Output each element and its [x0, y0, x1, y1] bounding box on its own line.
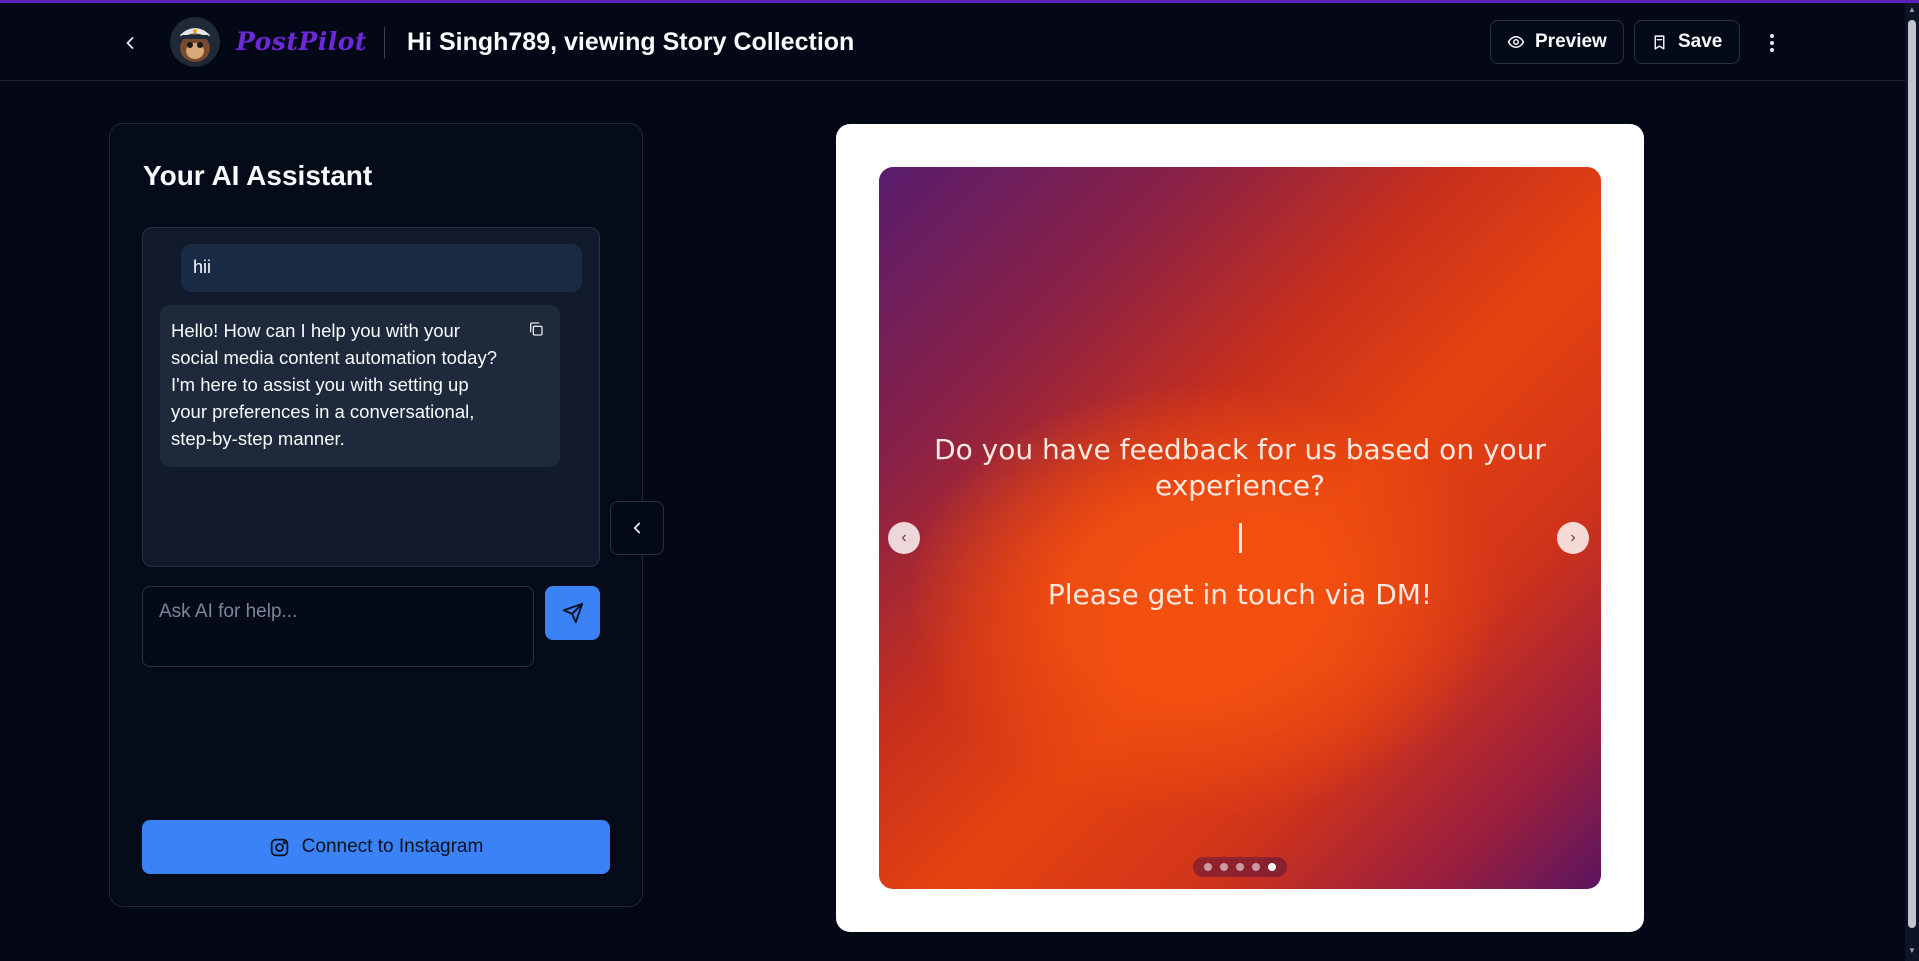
- chat-history[interactable]: hii Hello! How can I help you with your …: [142, 227, 600, 567]
- story-preview-card: Do you have feedback for us based on you…: [836, 124, 1644, 932]
- send-button[interactable]: [545, 586, 600, 640]
- save-button[interactable]: Save: [1634, 20, 1740, 64]
- slide-dot[interactable]: [1204, 863, 1212, 871]
- more-vertical-icon: [1770, 34, 1774, 52]
- ai-assistant-panel: Your AI Assistant hii Hello! How can I h…: [109, 123, 643, 907]
- scroll-up-arrow-icon[interactable]: ▲: [1907, 5, 1917, 15]
- chevron-right-icon: ›: [1570, 529, 1576, 546]
- story-question: Do you have feedback for us based on you…: [934, 433, 1546, 502]
- slide-dot-active[interactable]: [1268, 863, 1276, 871]
- assistant-message-text: Hello! How can I help you with your soci…: [171, 320, 498, 449]
- instagram-icon: [270, 838, 288, 856]
- text-cursor: [1239, 523, 1242, 553]
- save-button-label: Save: [1678, 31, 1723, 52]
- more-options-button[interactable]: [1756, 25, 1788, 61]
- preview-button[interactable]: Preview: [1490, 20, 1624, 64]
- slide-indicator: [1193, 857, 1287, 877]
- back-button[interactable]: [112, 25, 148, 61]
- story-cta: Please get in touch via DM!: [1047, 578, 1433, 611]
- assistant-message: Hello! How can I help you with your soci…: [160, 305, 560, 467]
- chevron-left-icon: ‹: [901, 529, 907, 546]
- page-title: Hi Singh789, viewing Story Collection: [407, 28, 855, 56]
- copy-message-button[interactable]: [526, 319, 546, 339]
- next-slide-button[interactable]: ›: [1557, 522, 1589, 554]
- avatar: [170, 17, 220, 67]
- user-message-text: hii: [193, 257, 212, 277]
- preview-button-label: Preview: [1535, 31, 1607, 52]
- monkey-pilot-logo-icon: [170, 17, 220, 67]
- send-icon: [562, 602, 583, 624]
- slide-dot[interactable]: [1252, 863, 1260, 871]
- eye-icon: [1507, 36, 1525, 48]
- ask-ai-input[interactable]: [142, 586, 534, 667]
- header-divider: [384, 27, 385, 59]
- copy-icon: [530, 322, 543, 336]
- collapse-panel-button[interactable]: [610, 501, 664, 555]
- chevron-left-icon: [633, 522, 641, 534]
- chevron-left-icon: [126, 37, 134, 49]
- top-header: PostPilot Hi Singh789, viewing Story Col…: [0, 3, 1905, 81]
- connect-instagram-label: Connect to Instagram: [301, 836, 484, 857]
- story-slide[interactable]: Do you have feedback for us based on you…: [879, 167, 1601, 889]
- slide-dot[interactable]: [1220, 863, 1228, 871]
- scroll-down-arrow-icon[interactable]: ▼: [1907, 946, 1917, 956]
- previous-slide-button[interactable]: ‹: [888, 522, 920, 554]
- slide-dot[interactable]: [1236, 863, 1244, 871]
- bookmark-icon: [1654, 34, 1665, 50]
- assistant-title: Your AI Assistant: [143, 160, 373, 191]
- user-message: hii: [181, 244, 582, 292]
- brand-logo[interactable]: PostPilot: [236, 27, 367, 56]
- connect-instagram-button[interactable]: Connect to Instagram: [142, 820, 610, 874]
- scrollbar-thumb[interactable]: [1908, 20, 1916, 928]
